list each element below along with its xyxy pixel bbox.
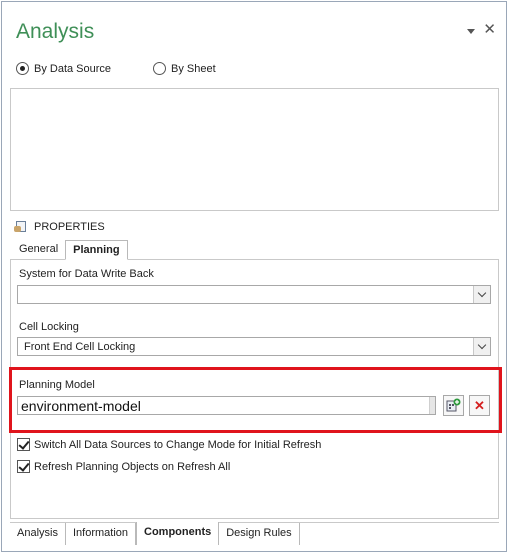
cell-locking-value: Front End Cell Locking <box>24 341 136 353</box>
tab-planning[interactable]: Planning <box>65 240 128 260</box>
by-sheet-radio[interactable] <box>153 62 166 75</box>
dropdown-arrow-icon[interactable] <box>467 28 476 34</box>
cell-locking-label: Cell Locking <box>19 321 79 333</box>
tab-general[interactable]: General <box>12 240 65 260</box>
switch-change-mode-option[interactable]: Switch All Data Sources to Change Mode f… <box>17 438 321 451</box>
properties-label: PROPERTIES <box>34 221 105 233</box>
by-data-source-label: By Data Source <box>34 62 112 75</box>
properties-icon <box>14 221 28 233</box>
data-source-list[interactable] <box>10 88 499 211</box>
select-model-icon <box>446 398 461 412</box>
bottom-tab-strip: Analysis Information Components Design R… <box>10 522 499 545</box>
properties-heading: PROPERTIES <box>14 221 105 233</box>
view-mode-group: By Data Source By Sheet <box>16 62 216 75</box>
chevron-down-icon[interactable] <box>473 338 490 355</box>
cell-locking-select[interactable]: Front End Cell Locking <box>17 337 491 356</box>
tab-design-rules[interactable]: Design Rules <box>219 523 300 545</box>
pane-controls: ✕ <box>467 22 496 37</box>
properties-tabs: General Planning <box>12 240 128 260</box>
input-grip <box>429 397 435 414</box>
tab-components[interactable]: Components <box>136 522 220 545</box>
by-sheet-option[interactable]: By Sheet <box>153 62 216 75</box>
select-model-button[interactable] <box>443 395 464 416</box>
switch-change-mode-label: Switch All Data Sources to Change Mode f… <box>34 438 322 451</box>
clear-model-button[interactable]: ✕ <box>469 395 490 416</box>
system-write-back-label: System for Data Write Back <box>19 268 154 280</box>
chevron-down-icon[interactable] <box>473 286 490 303</box>
planning-model-value: environment-model <box>21 398 141 414</box>
refresh-planning-objects-checkbox[interactable] <box>17 460 30 473</box>
tab-analysis[interactable]: Analysis <box>10 523 66 545</box>
by-data-source-option[interactable]: By Data Source <box>16 62 111 75</box>
pane-title: Analysis <box>16 20 95 43</box>
planning-model-label: Planning Model <box>19 379 95 391</box>
planning-model-input[interactable]: environment-model <box>17 396 436 415</box>
system-write-back-select[interactable] <box>17 285 491 304</box>
refresh-planning-objects-option[interactable]: Refresh Planning Objects on Refresh All <box>17 460 230 473</box>
switch-change-mode-checkbox[interactable] <box>17 438 30 451</box>
close-icon[interactable]: ✕ <box>483 22 496 37</box>
clear-red-x-icon: ✕ <box>474 398 485 413</box>
by-data-source-radio[interactable] <box>16 62 29 75</box>
refresh-planning-objects-label: Refresh Planning Objects on Refresh All <box>34 460 231 473</box>
tab-information[interactable]: Information <box>66 523 136 545</box>
by-sheet-label: By Sheet <box>171 62 216 75</box>
